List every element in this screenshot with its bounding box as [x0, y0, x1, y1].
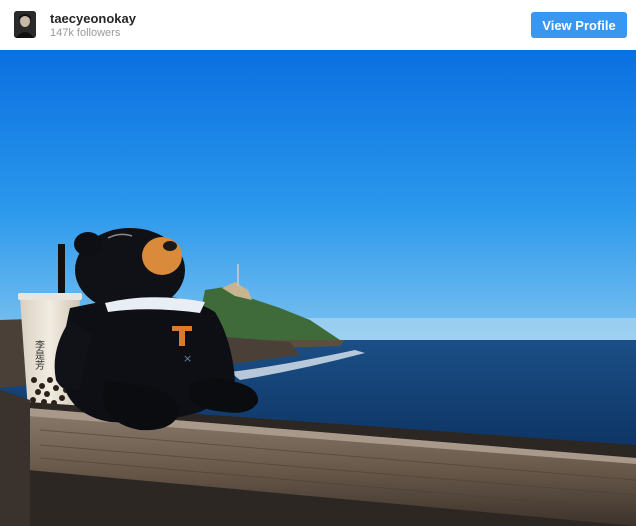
post-image: 李是芳 ×	[0, 50, 636, 526]
post-header: taecyeonokay 147k followers View Profile	[0, 0, 636, 50]
avatar-image	[14, 11, 36, 38]
cup-text: 李是芳	[33, 339, 45, 371]
post-photo[interactable]: 李是芳 ×	[0, 50, 636, 526]
username[interactable]: taecyeonokay	[50, 11, 136, 26]
svg-text:×: ×	[183, 352, 192, 365]
view-profile-button[interactable]: View Profile	[531, 12, 627, 38]
follower-count: 147k followers	[50, 27, 121, 39]
avatar[interactable]	[14, 11, 36, 38]
